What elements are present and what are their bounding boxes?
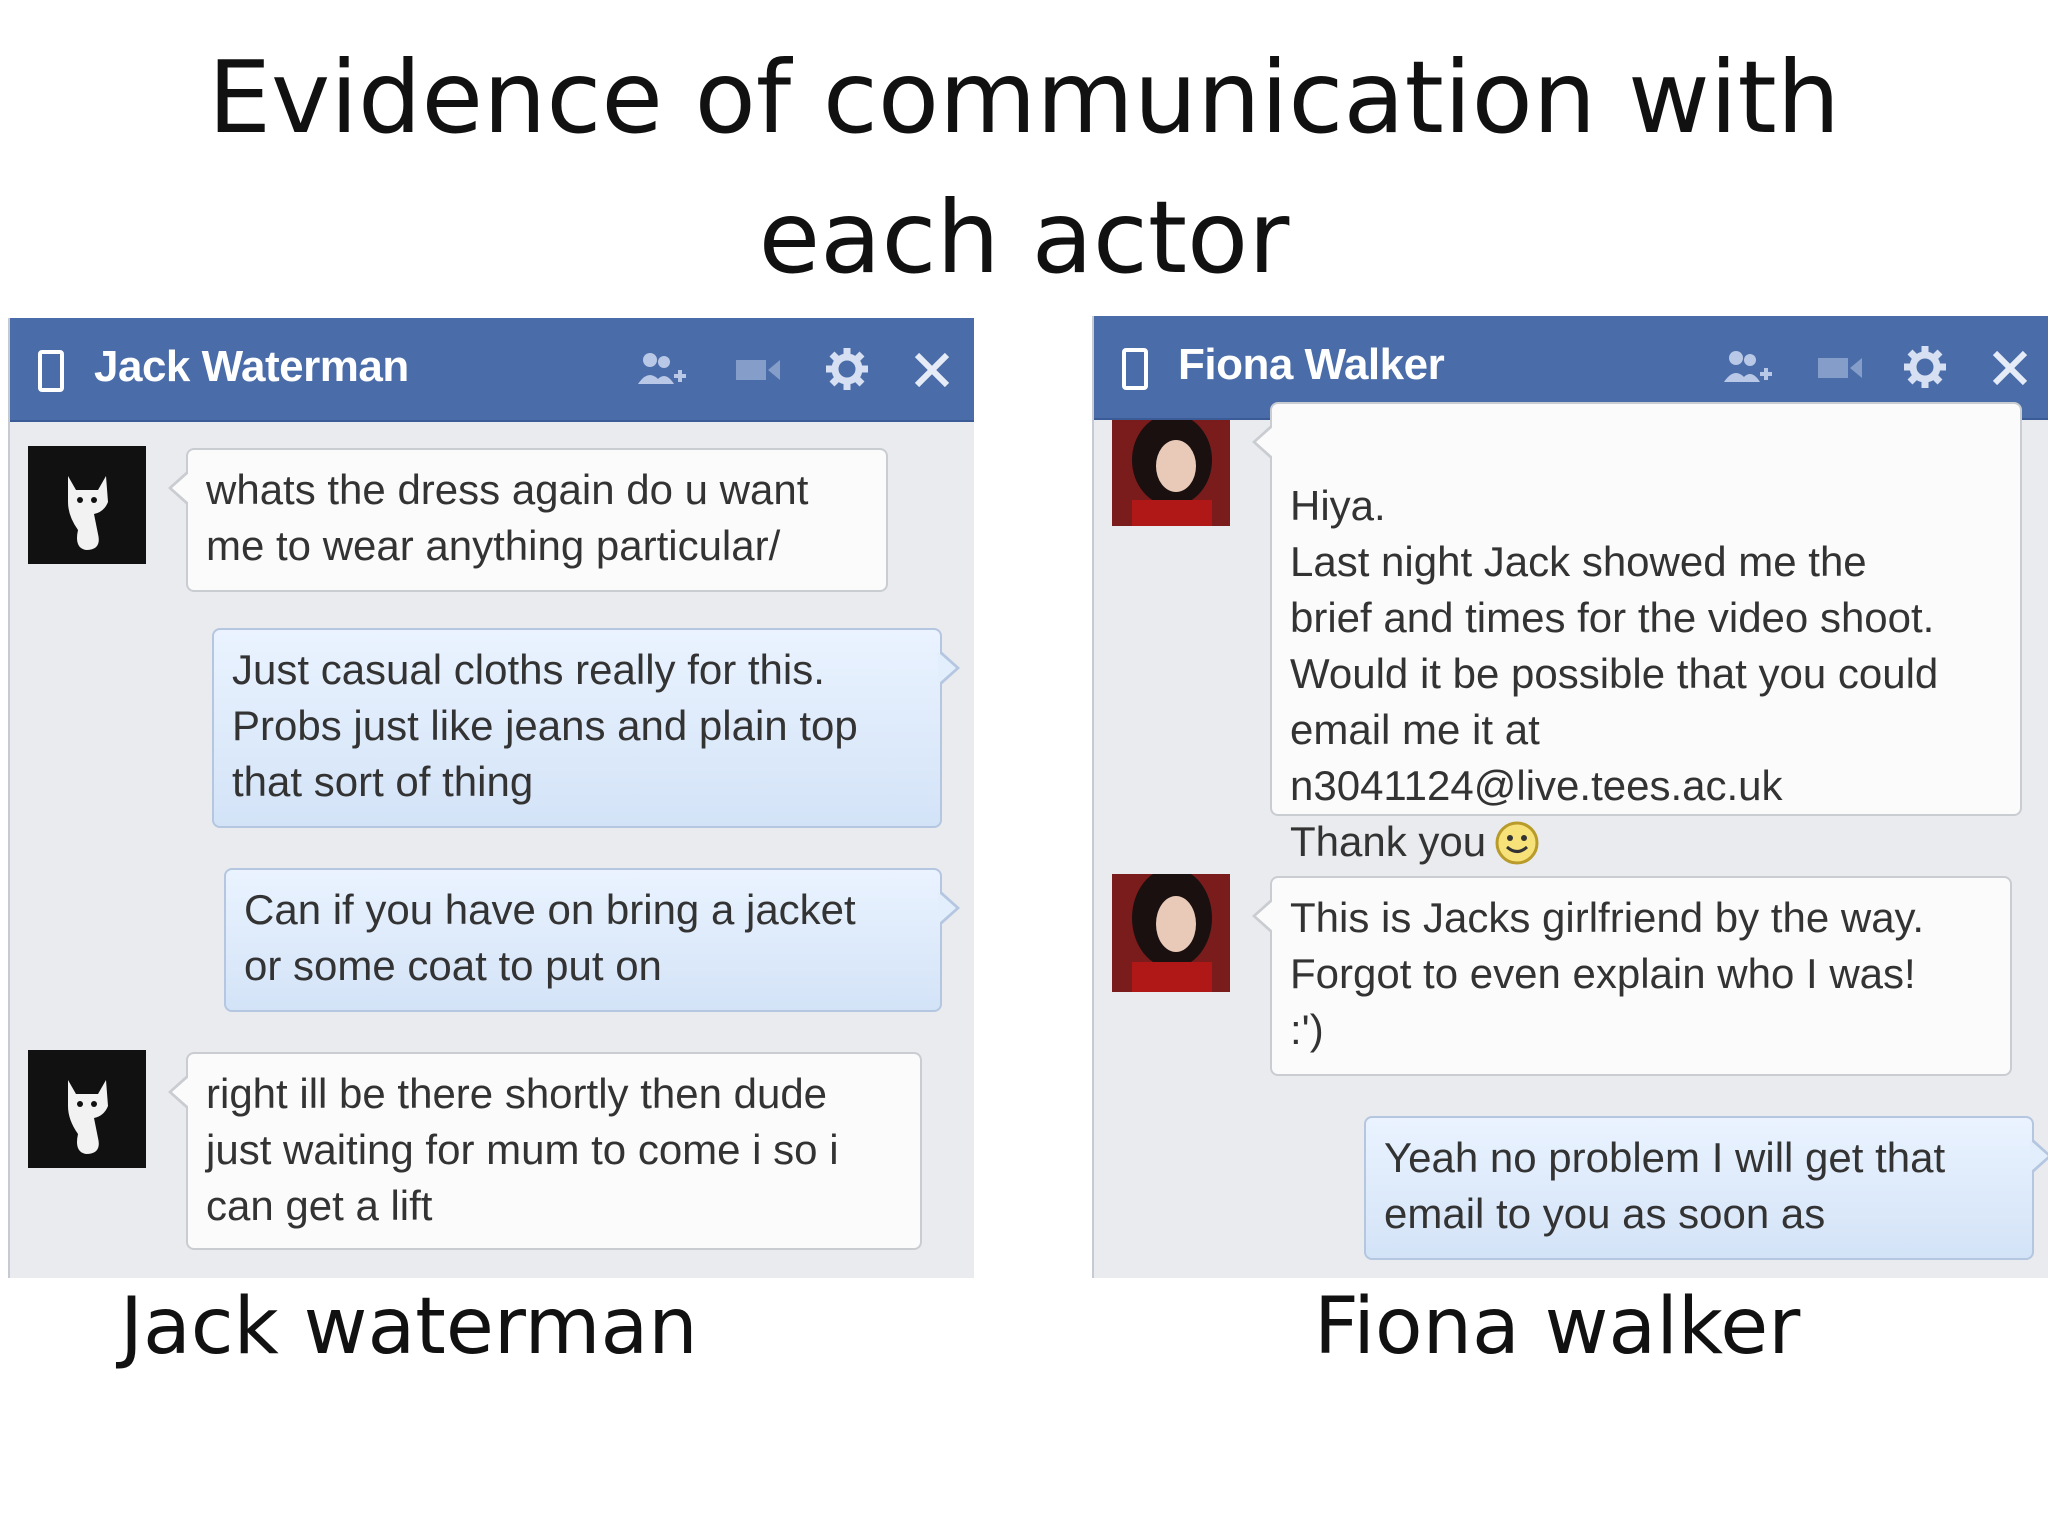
message-incoming: whats the dress again do u want me to we… [168, 448, 888, 592]
close-icon[interactable] [1990, 348, 2030, 388]
person-avatar-icon [1112, 874, 1230, 992]
message-outgoing: Just casual cloths really for this. Prob… [212, 628, 960, 828]
avatar[interactable] [1112, 874, 1230, 992]
phone-icon [1122, 348, 1148, 390]
smiley-icon [1495, 821, 1539, 865]
close-icon[interactable] [912, 350, 952, 390]
message-text: Hiya. Last night Jack showed me the brie… [1290, 482, 1939, 865]
gear-icon[interactable] [1902, 344, 1948, 390]
add-friend-icon[interactable] [636, 348, 688, 392]
caption-right: Fiona walker [1314, 1282, 1801, 1372]
cat-avatar-icon [28, 446, 146, 564]
message-outgoing: Yeah no problem I will get that email to… [1364, 1116, 2048, 1260]
add-friend-icon[interactable] [1722, 346, 1774, 390]
video-icon[interactable] [732, 348, 784, 392]
message-outgoing: Can if you have on bring a jacket or som… [224, 868, 960, 1012]
phone-icon [38, 350, 64, 392]
avatar[interactable] [1112, 420, 1230, 526]
gear-icon[interactable] [824, 346, 870, 392]
chat-title[interactable]: Jack Waterman [94, 342, 409, 392]
slide-title: Evidence of communication with each acto… [207, 39, 1841, 296]
message-incoming: right ill be there shortly then dude jus… [168, 1052, 922, 1250]
chat-window-fiona: Fiona Walker Hiya. Last night Jack showe… [1092, 316, 2048, 1278]
chat-title[interactable]: Fiona Walker [1178, 340, 1445, 390]
caption-left: Jack waterman [120, 1282, 698, 1372]
cat-avatar-icon [28, 1050, 146, 1168]
message-incoming: This is Jacks girlfriend by the way. For… [1252, 876, 2012, 1076]
video-icon[interactable] [1814, 346, 1866, 390]
avatar[interactable] [28, 446, 146, 564]
avatar[interactable] [28, 1050, 146, 1168]
chat-header[interactable]: Jack Waterman [10, 318, 974, 422]
person-avatar-icon [1112, 420, 1230, 526]
message-incoming: Hiya. Last night Jack showed me the brie… [1252, 402, 2022, 865]
chat-window-jack: Jack Waterman whats the dress again do u… [8, 318, 974, 1278]
